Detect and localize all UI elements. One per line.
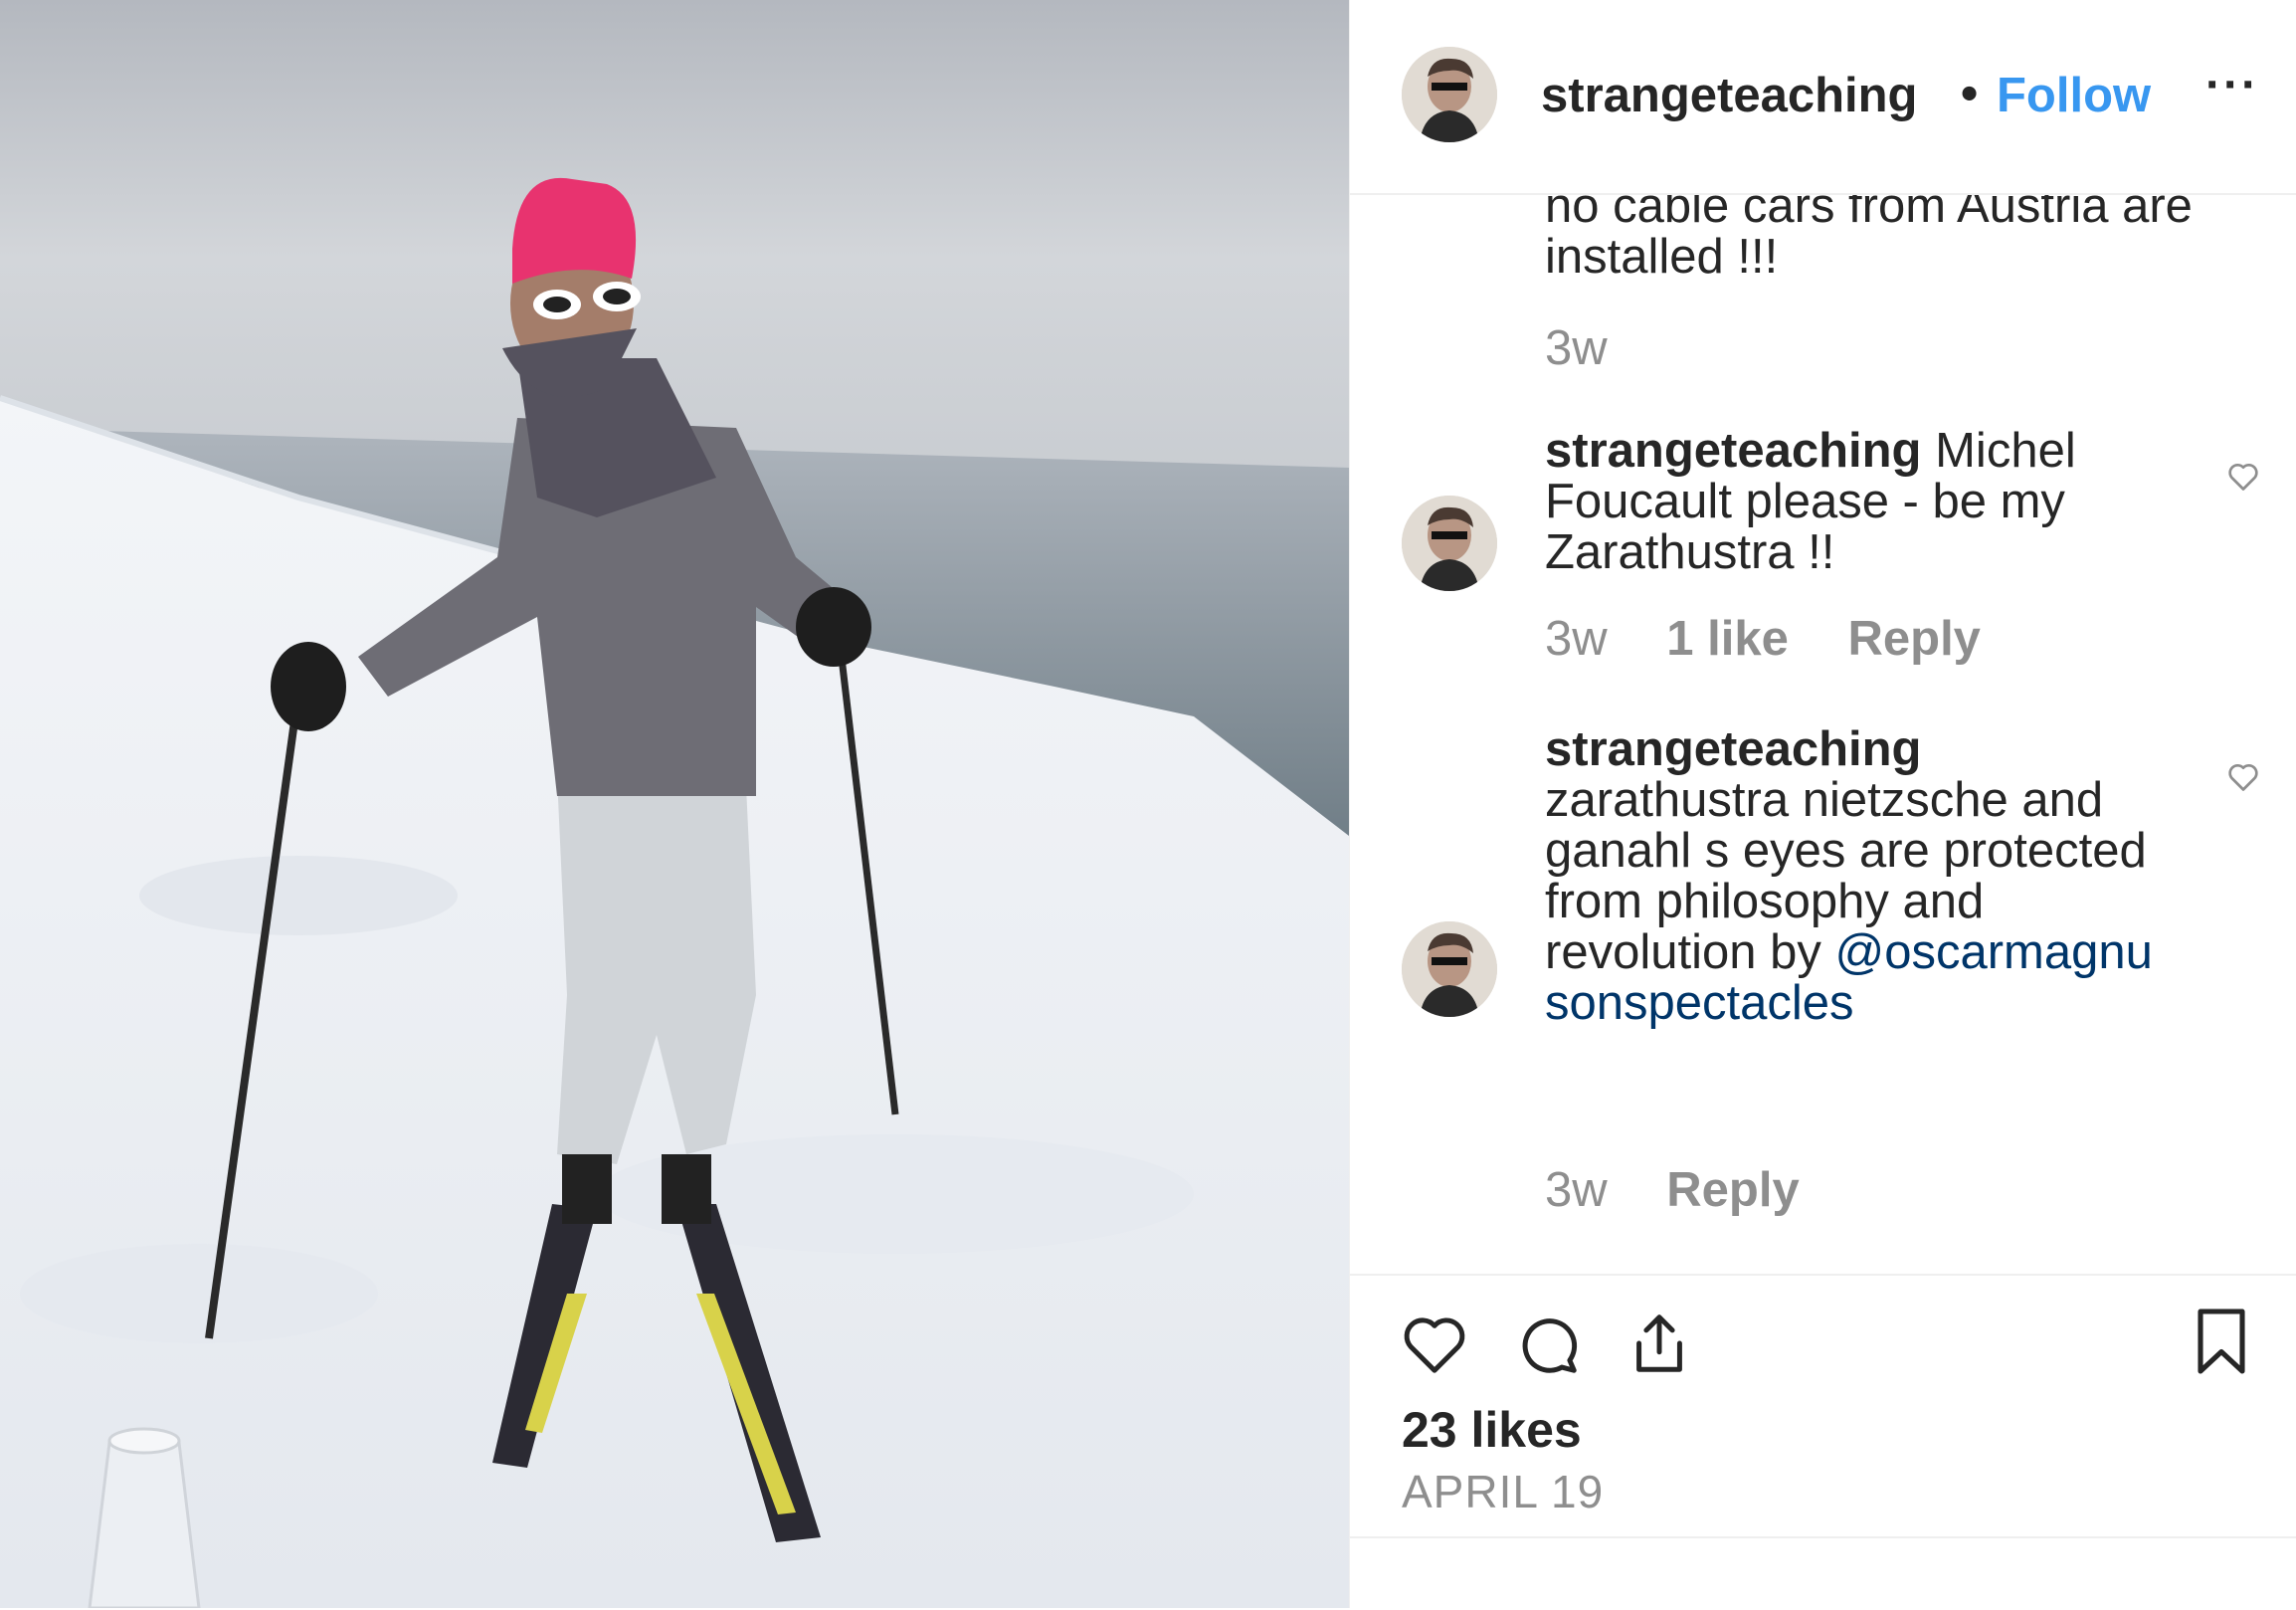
comment-meta: 3w 1 like Reply xyxy=(1545,611,2026,667)
post-photo[interactable] xyxy=(0,0,1349,1608)
post-header: strangeteaching • Follow ··· xyxy=(1350,0,2296,195)
comment-text: no cable cars from Austria are installed… xyxy=(1545,195,2193,284)
like-comment-heart-icon[interactable] xyxy=(2225,458,2261,494)
comment-time[interactable]: 3w xyxy=(1545,1163,1608,1217)
more-options-icon[interactable]: ··· xyxy=(2205,58,2259,112)
likes-count[interactable]: 23 likes xyxy=(1402,1401,1582,1459)
comment-likes[interactable]: 1 like xyxy=(1666,612,1789,666)
bookmark-icon[interactable] xyxy=(2192,1306,2251,1377)
comment-time[interactable]: 3w xyxy=(1545,612,1608,666)
reply-button[interactable]: Reply xyxy=(1848,612,1981,666)
comment-icon[interactable] xyxy=(1513,1309,1583,1379)
heart-icon[interactable] xyxy=(1400,1309,1469,1379)
skier-photo-illustration xyxy=(0,0,1349,1608)
comment-body: strangeteaching Michel Foucault please -… xyxy=(1545,426,2201,578)
post-date[interactable]: APRIL 19 xyxy=(1402,1465,1604,1518)
author-username[interactable]: strangeteaching xyxy=(1541,68,1951,123)
commenter-avatar[interactable] xyxy=(1402,921,1497,1017)
comment-meta: 3w Reply xyxy=(1545,1162,1845,1218)
comment-meta: 3w xyxy=(1545,320,1653,376)
commenter-avatar[interactable] xyxy=(1402,496,1497,591)
post-side-panel: strangeteaching • Follow ··· no cable ca… xyxy=(1349,0,2296,1608)
comments-list[interactable]: no cable cars from Austria are installed… xyxy=(1350,195,2296,1272)
comment-body: strangeteaching zarathustra nietzsche an… xyxy=(1545,724,2162,1029)
post-actions: 23 likes APRIL 19 xyxy=(1350,1274,2296,1536)
share-icon[interactable] xyxy=(1625,1308,1694,1379)
comment-username[interactable]: strangeteaching xyxy=(1545,424,1921,478)
reply-button[interactable]: Reply xyxy=(1666,1163,1799,1217)
comment-time[interactable]: 3w xyxy=(1545,321,1608,375)
add-comment-bar[interactable] xyxy=(1350,1536,2296,1610)
follow-button[interactable]: Follow xyxy=(1997,68,2151,123)
author-avatar[interactable] xyxy=(1402,47,1497,142)
comment-username[interactable]: strangeteaching xyxy=(1545,722,1921,776)
separator-dot: • xyxy=(1961,67,1979,120)
like-comment-heart-icon[interactable] xyxy=(2225,758,2261,794)
